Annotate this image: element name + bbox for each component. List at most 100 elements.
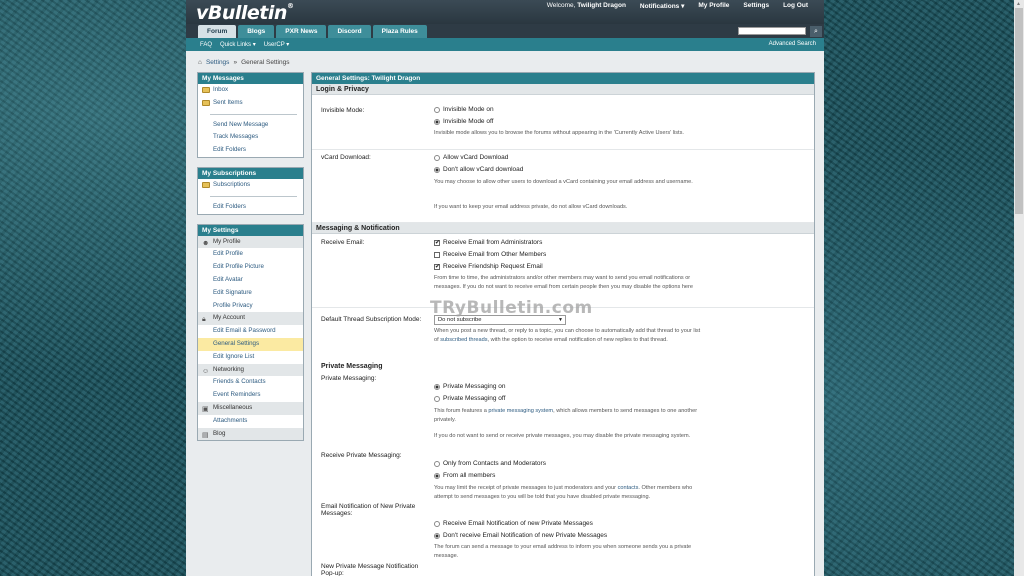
search-icon[interactable]: ⌕	[810, 26, 822, 37]
contacts-link[interactable]: contacts	[618, 485, 639, 491]
pm-label: Private Messaging:	[321, 375, 377, 382]
vcard-row: vCard Download: Allow vCard Download Don…	[312, 150, 814, 223]
receive-pm-desc: You may limit the receipt of private mes…	[434, 485, 693, 500]
watermark-text: TRyBulletin.com	[430, 298, 593, 318]
pm-off-radio[interactable]: Private Messaging off	[434, 395, 505, 402]
sidebar-item-edit-avatar[interactable]: Edit Avatar	[198, 274, 303, 287]
email-pm-off-radio[interactable]: Don't receive Email Notification of new …	[434, 532, 607, 539]
notifications-menu[interactable]: Notifications ▾	[640, 2, 684, 10]
breadcrumb-separator: »	[233, 59, 238, 66]
header: vBulletin® Welcome, Twilight Dragon Noti…	[186, 0, 824, 24]
sidebar-item-event-reminders[interactable]: Event Reminders	[198, 389, 303, 402]
receive-pm-label: Receive Private Messaging:	[321, 452, 402, 459]
home-icon[interactable]: ⌂	[198, 59, 202, 66]
advanced-search-link[interactable]: Advanced Search	[769, 41, 816, 47]
general-settings-panel: General Settings: Twilight Dragon Login …	[311, 72, 815, 576]
sidebar-item-sent[interactable]: Sent Items	[198, 97, 303, 110]
usercp-menu[interactable]: UserCP ▾	[264, 41, 290, 48]
my-settings-box: My Settings ☻ My Profile Edit Profile Edi…	[197, 223, 304, 442]
sidebar-item-friends[interactable]: Friends & Contacts	[198, 376, 303, 389]
tab-forum[interactable]: Forum	[198, 25, 237, 38]
popup-label: New Private Message Notification Pop-up:	[321, 563, 419, 576]
page-scrollbar[interactable]: ▲	[1014, 0, 1024, 576]
thread-sub-label: Default Thread Subscription Mode:	[321, 316, 422, 323]
vcard-desc-2: If you want to keep your email address p…	[434, 204, 628, 210]
sidebar-cat-misc: ▣ Miscellaneous	[198, 401, 303, 415]
email-pm-desc: The forum can send a message to your ema…	[434, 544, 692, 559]
sidebar-item-edit-folders[interactable]: Edit Folders	[198, 144, 303, 157]
sidebar-cat-my-profile: ☻ My Profile	[198, 235, 303, 249]
sidebar-item-general-settings[interactable]: General Settings	[198, 337, 303, 351]
scroll-up-icon[interactable]: ▲	[1016, 1, 1021, 7]
sidebar-item-edit-signature[interactable]: Edit Signature	[198, 287, 303, 300]
sidebar-item-send-new[interactable]: Send New Message	[198, 119, 303, 132]
receive-email-label: Receive Email:	[321, 239, 365, 246]
my-profile-link[interactable]: My Profile	[698, 2, 729, 10]
settings-link[interactable]: Settings	[743, 2, 769, 10]
sidebar-item-blog[interactable]: ▤ Blog	[198, 427, 303, 441]
navbar: Forum Blogs PXR News Discord Plaza Rules…	[186, 24, 824, 38]
search-input[interactable]	[738, 27, 806, 35]
quick-links-menu[interactable]: Quick Links ▾	[220, 41, 256, 48]
tab-plaza-rules[interactable]: Plaza Rules	[372, 25, 427, 38]
tab-blogs[interactable]: Blogs	[238, 25, 275, 38]
welcome-text: Welcome, Twilight Dragon	[546, 2, 626, 9]
sidebar: My Messages Inbox Sent Items Send New Me…	[197, 72, 304, 450]
vcard-allow-radio[interactable]: Allow vCard Download	[434, 154, 508, 161]
subnav: FAQ Quick Links ▾ UserCP ▾ Advanced Sear…	[186, 38, 824, 51]
panel-title: General Settings: Twilight Dragon	[312, 73, 814, 84]
email-members-checkbox[interactable]: Receive Email from Other Members	[434, 251, 546, 258]
scroll-thumb[interactable]	[1015, 8, 1023, 214]
pm-block: Private Messaging Private Messaging: Pri…	[312, 361, 814, 576]
sidebar-item-edit-profile[interactable]: Edit Profile	[198, 248, 303, 261]
email-pm-label: Email Notification of New Private Messag…	[321, 503, 416, 517]
faq-link[interactable]: FAQ	[200, 42, 212, 48]
my-settings-title: My Settings	[198, 224, 303, 236]
email-pm-on-radio[interactable]: Receive Email Notification of new Privat…	[434, 520, 593, 527]
tab-discord[interactable]: Discord	[328, 25, 371, 38]
sidebar-item-attachments[interactable]: Attachments	[198, 415, 303, 428]
sidebar-item-sub-edit-folders[interactable]: Edit Folders	[198, 201, 303, 214]
invisible-off-radio[interactable]: Invisible Mode off	[434, 118, 493, 125]
pm-on-radio[interactable]: Private Messaging on	[434, 383, 506, 390]
sidebar-item-track[interactable]: Track Messages	[198, 131, 303, 144]
section-login-privacy: Login & Privacy	[312, 84, 814, 95]
sidebar-cat-networking: ☺ Networking	[198, 363, 303, 377]
sidebar-cat-my-account: 🔒︎ My Account	[198, 312, 303, 326]
vcard-desc: You may choose to allow other users to d…	[434, 179, 693, 185]
invisible-mode-label: Invisible Mode:	[321, 107, 365, 114]
receive-email-desc: From time to time, the administrators an…	[434, 275, 694, 290]
pm-system-link[interactable]: private messaging system	[488, 408, 553, 414]
pm-desc-2: If you do not want to send or receive pr…	[434, 433, 691, 439]
my-subscriptions-box: My Subscriptions Subscriptions Edit Fold…	[197, 166, 304, 215]
section-messaging: Messaging & Notification	[312, 223, 814, 234]
invisible-on-radio[interactable]: Invisible Mode on	[434, 106, 494, 113]
sidebar-item-profile-privacy[interactable]: Profile Privacy	[198, 300, 303, 313]
thread-sub-desc: When you post a new thread, or reply to …	[434, 328, 701, 343]
logout-link[interactable]: Log Out	[783, 2, 808, 10]
blog-icon: ▤	[202, 431, 209, 439]
folder-icon	[202, 99, 210, 106]
username-link[interactable]: Twilight Dragon	[577, 2, 626, 9]
nav-tabs: Forum Blogs PXR News Discord Plaza Rules	[198, 25, 427, 38]
subscribed-threads-link[interactable]: subscribed threads	[440, 337, 487, 343]
pm-contacts-radio[interactable]: Only from Contacts and Moderators	[434, 460, 546, 467]
sidebar-item-edit-ignore[interactable]: Edit Ignore List	[198, 351, 303, 364]
email-admin-checkbox[interactable]: ✔ Receive Email from Administrators	[434, 239, 542, 246]
sidebar-item-edit-profile-picture[interactable]: Edit Profile Picture	[198, 261, 303, 274]
tab-pxr-news[interactable]: PXR News	[276, 25, 327, 38]
email-friend-checkbox[interactable]: ✔ Receive Friendship Request Email	[434, 263, 543, 270]
divider	[210, 113, 297, 115]
sidebar-item-inbox[interactable]: Inbox	[198, 84, 303, 97]
top-links: Welcome, Twilight Dragon Notifications ▾…	[547, 2, 808, 10]
folder-icon	[202, 87, 210, 93]
vcard-deny-radio[interactable]: Don't allow vCard download	[434, 166, 523, 173]
breadcrumb: ⌂ Settings » General Settings	[198, 59, 289, 66]
vbulletin-logo[interactable]: vBulletin®	[196, 2, 294, 24]
pm-all-radio[interactable]: From all members	[434, 472, 495, 479]
sidebar-item-subscriptions[interactable]: Subscriptions	[198, 179, 303, 192]
sidebar-item-edit-email[interactable]: Edit Email & Password	[198, 325, 303, 338]
breadcrumb-settings[interactable]: Settings	[206, 59, 230, 66]
breadcrumb-current: General Settings	[241, 59, 290, 66]
page: vBulletin® Welcome, Twilight Dragon Noti…	[186, 0, 824, 576]
